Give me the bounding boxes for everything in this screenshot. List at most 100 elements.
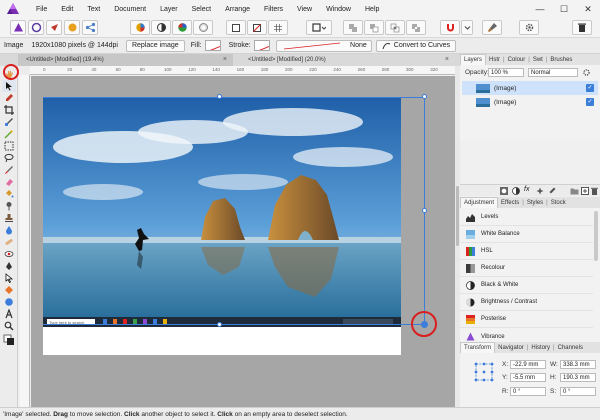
erase-brush-tool[interactable]: [2, 176, 16, 188]
menu-filters[interactable]: Filters: [264, 6, 283, 13]
adjustment-scrollbar[interactable]: [594, 211, 598, 261]
flood-fill-tool[interactable]: [2, 188, 16, 200]
freehand-selection-tool[interactable]: [2, 152, 16, 164]
pixel-layer-button[interactable]: [548, 187, 556, 197]
marquee-tool[interactable]: [2, 140, 16, 152]
minimize-button[interactable]: —: [528, 0, 552, 18]
auto-white-balance-button[interactable]: [193, 20, 213, 35]
menu-file[interactable]: File: [36, 6, 47, 13]
tab-styles[interactable]: Styles: [524, 197, 546, 208]
red-eye-tool[interactable]: [2, 248, 16, 260]
menu-edit[interactable]: Edit: [61, 6, 73, 13]
canvas-image[interactable]: Type here to search: [43, 97, 401, 327]
menu-select[interactable]: Select: [192, 6, 211, 13]
mode-button-2[interactable]: [247, 20, 267, 35]
selection-handle-top-right[interactable]: [422, 94, 427, 99]
snapping-options-button[interactable]: [461, 20, 473, 35]
develop-persona-button[interactable]: [46, 20, 62, 35]
height-field[interactable]: 190.3 mm: [560, 373, 596, 382]
menu-arrange[interactable]: Arrange: [225, 6, 250, 13]
document-tab-1[interactable]: <Untitled> [Modified] (19.4%) ×: [18, 54, 233, 66]
group-layers-button[interactable]: [570, 187, 579, 197]
colour-swatch[interactable]: [2, 334, 16, 346]
tab-close-icon[interactable]: ×: [445, 56, 449, 63]
zoom-tool[interactable]: [2, 320, 16, 332]
boolean-intersect-button[interactable]: [385, 20, 405, 35]
delete-layer-button[interactable]: [591, 187, 598, 197]
tab-navigator[interactable]: Navigator: [495, 342, 527, 353]
close-window-button[interactable]: ✕: [576, 0, 600, 18]
tab-adjustment[interactable]: Adjustment: [460, 197, 499, 208]
tab-transform[interactable]: Transform: [460, 342, 496, 353]
boolean-xor-button[interactable]: [406, 20, 426, 35]
move-tool[interactable]: [2, 80, 16, 92]
assistant-options-button[interactable]: [519, 20, 539, 35]
export-persona-button[interactable]: [82, 20, 98, 35]
assistant-button[interactable]: [482, 20, 502, 35]
inpainting-brush-tool[interactable]: [2, 236, 16, 248]
snapping-button[interactable]: [440, 20, 460, 35]
ellipse-tool[interactable]: [2, 296, 16, 308]
adjustment-white-balance[interactable]: White Balance: [460, 226, 593, 243]
tab-stock[interactable]: Stock: [548, 197, 569, 208]
selection-handle-top[interactable]: [217, 94, 222, 99]
rotation-field[interactable]: 0 °: [510, 387, 546, 396]
anchor-point-grid[interactable]: [474, 362, 494, 382]
tab-brushes[interactable]: Brushes: [547, 54, 575, 65]
replace-image-button[interactable]: Replace image: [125, 39, 185, 52]
clone-brush-tool[interactable]: [2, 212, 16, 224]
add-layer-button[interactable]: [581, 187, 589, 197]
menu-layer[interactable]: Layer: [160, 6, 178, 13]
live-filter-button[interactable]: [536, 187, 544, 197]
layer-row-selected[interactable]: (Image) ✓: [462, 81, 598, 95]
blend-mode-dropdown[interactable]: Normal: [528, 68, 578, 77]
width-field[interactable]: 338.3 mm: [560, 360, 596, 369]
flood-select-tool[interactable]: [2, 128, 16, 140]
selection-brush-tool[interactable]: [2, 116, 16, 128]
adjustment-black-white[interactable]: Black & White: [460, 277, 593, 294]
dodge-brush-tool[interactable]: [2, 200, 16, 212]
tab-close-icon[interactable]: ×: [223, 56, 227, 63]
tab-history[interactable]: Hstr: [486, 54, 503, 65]
convert-to-curves-button[interactable]: Convert to Curves: [375, 39, 457, 52]
scrollbar-thumb[interactable]: [456, 186, 459, 246]
x-position-field[interactable]: -22.9 mm: [510, 360, 546, 369]
mode-button-3[interactable]: [268, 20, 288, 35]
tab-colour[interactable]: Colour: [505, 54, 529, 65]
adjustment-layer-button[interactable]: [512, 187, 520, 197]
fx-icon[interactable]: fx: [524, 186, 529, 193]
layer-mask-button[interactable]: [500, 187, 508, 197]
auto-levels-button[interactable]: [130, 20, 150, 35]
node-tool[interactable]: [2, 272, 16, 284]
layer-row[interactable]: (Image) ✓: [462, 95, 598, 109]
menu-document[interactable]: Document: [114, 6, 146, 13]
layer-visibility-checkbox[interactable]: ✓: [586, 98, 594, 106]
color-picker-tool[interactable]: [2, 92, 16, 104]
boolean-subtract-button[interactable]: [364, 20, 384, 35]
adjustment-brightness-contrast[interactable]: Brightness / Contrast: [460, 294, 593, 311]
tab-effects[interactable]: Effects: [498, 197, 522, 208]
menu-window[interactable]: Window: [326, 6, 351, 13]
tab-channels[interactable]: Channels: [555, 342, 586, 353]
paint-brush-tool[interactable]: [2, 164, 16, 176]
liquify-persona-button[interactable]: [28, 20, 44, 35]
rectangle-tool[interactable]: [2, 284, 16, 296]
adjustment-levels[interactable]: Levels: [460, 209, 593, 226]
boolean-add-button[interactable]: [343, 20, 363, 35]
tone-mapping-persona-button[interactable]: [64, 20, 80, 35]
opacity-field[interactable]: 100 %: [488, 68, 524, 77]
tab-layers[interactable]: Layers: [460, 54, 487, 65]
y-position-field[interactable]: -5.5 mm: [510, 373, 546, 382]
selection-handle-right[interactable]: [422, 208, 427, 213]
selection-handle-bottom[interactable]: [217, 322, 222, 327]
layer-options-button[interactable]: [582, 68, 592, 77]
pen-tool[interactable]: [2, 260, 16, 272]
adjustment-recolour[interactable]: Recolour: [460, 260, 593, 277]
selection-mode-button[interactable]: [306, 20, 332, 35]
studio-button[interactable]: [572, 20, 592, 35]
artistic-text-tool[interactable]: [2, 308, 16, 320]
crop-tool[interactable]: [2, 104, 16, 116]
auto-contrast-button[interactable]: [151, 20, 171, 35]
maximize-button[interactable]: ☐: [552, 0, 576, 18]
stroke-style-dropdown[interactable]: None: [275, 39, 372, 52]
